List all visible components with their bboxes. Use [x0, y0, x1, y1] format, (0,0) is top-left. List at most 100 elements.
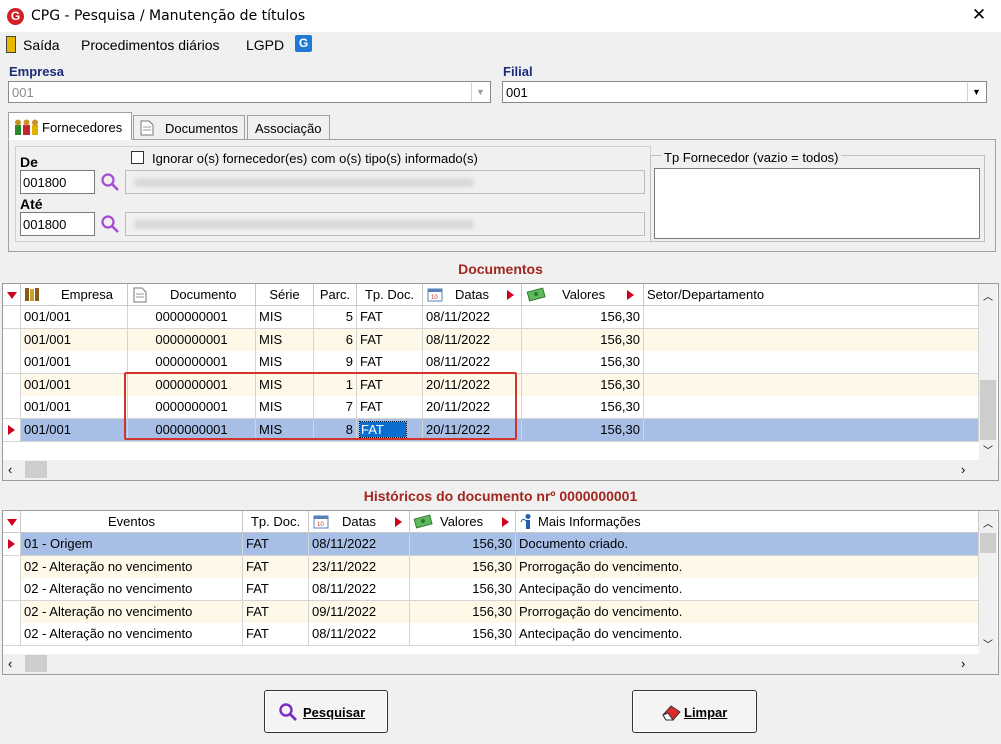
- table-cell[interactable]: Antecipação do vencimento.: [516, 578, 979, 602]
- table-cell[interactable]: FAT: [243, 600, 309, 624]
- table-cell[interactable]: 0000000001: [128, 306, 256, 329]
- table-cell[interactable]: 01 - Origem: [21, 533, 243, 556]
- table-cell[interactable]: MIS: [256, 373, 314, 397]
- table-cell[interactable]: MIS: [256, 419, 314, 442]
- table-cell[interactable]: 156,30: [522, 351, 644, 375]
- tp-fornecedor-list[interactable]: [654, 168, 980, 239]
- table-cell[interactable]: FAT: [243, 623, 309, 647]
- table-cell[interactable]: MIS: [256, 396, 314, 420]
- table-cell[interactable]: FAT: [357, 373, 423, 397]
- table-cell[interactable]: 001/001: [21, 419, 128, 442]
- table-cell[interactable]: 156,30: [410, 555, 516, 579]
- col-header-tpdoc[interactable]: Tp. Doc.: [357, 284, 423, 306]
- lgpd-logo-icon[interactable]: G: [295, 35, 312, 52]
- col-header-mais-info[interactable]: Mais Informações: [516, 511, 979, 533]
- empresa-select[interactable]: 001 ▼: [8, 81, 491, 103]
- table-cell[interactable]: 156,30: [410, 533, 516, 556]
- tab-fornecedores[interactable]: Fornecedores: [8, 112, 132, 140]
- table-cell[interactable]: 02 - Alteração no vencimento: [21, 623, 243, 647]
- close-icon[interactable]: ✕: [968, 4, 990, 26]
- filial-select[interactable]: 001 ▼: [502, 81, 987, 103]
- menu-item-saida[interactable]: Saída: [23, 37, 60, 53]
- row-indicator[interactable]: [3, 600, 21, 624]
- table-row[interactable]: 02 - Alteração no vencimento FAT 23/11/202…: [3, 555, 979, 579]
- col-header-eventos[interactable]: Eventos: [21, 511, 243, 533]
- ignore-checkbox[interactable]: [131, 151, 144, 164]
- table-cell[interactable]: 156,30: [522, 306, 644, 329]
- table-cell[interactable]: 09/11/2022: [309, 600, 410, 624]
- table-cell[interactable]: [644, 328, 979, 352]
- table-cell[interactable]: 8: [314, 419, 357, 442]
- col-header-serie[interactable]: Série: [256, 284, 314, 306]
- table-cell[interactable]: FAT: [357, 306, 423, 329]
- row-indicator[interactable]: [3, 306, 21, 329]
- row-indicator[interactable]: [3, 396, 21, 420]
- scroll-thumb[interactable]: [980, 380, 996, 440]
- col-header-documento[interactable]: Documento: [128, 284, 256, 306]
- table-cell[interactable]: 156,30: [522, 396, 644, 420]
- col-header-valores[interactable]: Valores: [410, 511, 516, 533]
- col-header-datas[interactable]: 10 Datas: [423, 284, 522, 306]
- menu-item-procedimentos[interactable]: Procedimentos diários: [81, 37, 220, 53]
- table-cell[interactable]: Documento criado.: [516, 533, 979, 556]
- table-row[interactable]: 001/001 0000000001 MIS 1 FAT 20/11/2022 156,30: [3, 373, 979, 397]
- table-cell[interactable]: FAT: [243, 578, 309, 602]
- table-cell[interactable]: 156,30: [410, 600, 516, 624]
- limpar-button[interactable]: Limpar: [632, 690, 757, 733]
- table-row[interactable]: 001/001 0000000001 MIS 7 FAT 20/11/2022 156,30: [3, 396, 979, 420]
- scroll-thumb[interactable]: [980, 533, 996, 553]
- table-cell[interactable]: 001/001: [21, 306, 128, 329]
- chevron-left-icon[interactable]: ‹: [8, 656, 12, 671]
- search-icon[interactable]: [100, 214, 120, 234]
- table-cell[interactable]: [644, 396, 979, 420]
- scroll-thumb[interactable]: [25, 655, 47, 672]
- row-indicator[interactable]: [3, 328, 21, 352]
- chevron-left-icon[interactable]: ‹: [8, 462, 12, 477]
- chevron-up-icon[interactable]: ︿: [983, 288, 993, 303]
- chevron-right-icon[interactable]: ›: [961, 656, 965, 671]
- ate-input[interactable]: 001800: [20, 212, 95, 236]
- scroll-thumb[interactable]: [25, 461, 47, 478]
- col-header-valores[interactable]: Valores: [522, 284, 644, 306]
- table-cell[interactable]: 001/001: [21, 373, 128, 397]
- chevron-down-icon[interactable]: ﹀: [983, 636, 993, 651]
- table-cell[interactable]: MIS: [256, 351, 314, 375]
- row-indicator[interactable]: [3, 533, 21, 556]
- col-header-tpdoc[interactable]: Tp. Doc.: [243, 511, 309, 533]
- table-cell[interactable]: 08/11/2022: [423, 328, 522, 352]
- chevron-down-icon[interactable]: ﹀: [983, 442, 993, 457]
- table-cell[interactable]: Antecipação do vencimento.: [516, 623, 979, 647]
- table-cell[interactable]: 001/001: [21, 328, 128, 352]
- table-row[interactable]: 02 - Alteração no vencimento FAT 08/11/202…: [3, 623, 979, 647]
- table-cell[interactable]: FAT: [243, 555, 309, 579]
- table-row[interactable]: 001/001 0000000001 MIS 5 FAT 08/11/2022 156,30: [3, 306, 979, 329]
- table-cell[interactable]: 08/11/2022: [423, 351, 522, 375]
- table-cell[interactable]: [644, 306, 979, 329]
- table-cell[interactable]: 02 - Alteração no vencimento: [21, 555, 243, 579]
- row-indicator[interactable]: [3, 373, 21, 397]
- search-icon[interactable]: [100, 172, 120, 192]
- table-cell[interactable]: FAT: [357, 419, 423, 442]
- historicos-vscroll[interactable]: ︿ ﹀: [979, 511, 997, 654]
- table-cell[interactable]: 08/11/2022: [309, 578, 410, 602]
- de-input[interactable]: 001800: [20, 170, 95, 194]
- table-cell[interactable]: 0000000001: [128, 396, 256, 420]
- documentos-hscroll[interactable]: ‹ ›: [3, 460, 998, 480]
- table-cell[interactable]: 0000000001: [128, 373, 256, 397]
- table-row[interactable]: 01 - Origem FAT 08/11/2022 156,30 Documento …: [3, 533, 979, 556]
- row-indicator[interactable]: [3, 623, 21, 647]
- table-cell[interactable]: 02 - Alteração no vencimento: [21, 600, 243, 624]
- table-row[interactable]: 02 - Alteração no vencimento FAT 08/11/202…: [3, 578, 979, 602]
- tab-documentos[interactable]: Documentos: [133, 115, 245, 139]
- table-cell[interactable]: [644, 373, 979, 397]
- table-cell[interactable]: MIS: [256, 328, 314, 352]
- col-header-setor[interactable]: Setor/Departamento: [644, 284, 979, 306]
- row-indicator[interactable]: [3, 351, 21, 375]
- table-cell[interactable]: FAT: [357, 396, 423, 420]
- table-cell[interactable]: 08/11/2022: [423, 306, 522, 329]
- table-cell[interactable]: 156,30: [522, 328, 644, 352]
- historicos-hscroll[interactable]: ‹ ›: [3, 654, 998, 674]
- table-row[interactable]: 001/001 0000000001 MIS 9 FAT 08/11/2022 156,30: [3, 351, 979, 375]
- table-row[interactable]: 02 - Alteração no vencimento FAT 09/11/202…: [3, 600, 979, 624]
- col-header-parc[interactable]: Parc.: [314, 284, 357, 306]
